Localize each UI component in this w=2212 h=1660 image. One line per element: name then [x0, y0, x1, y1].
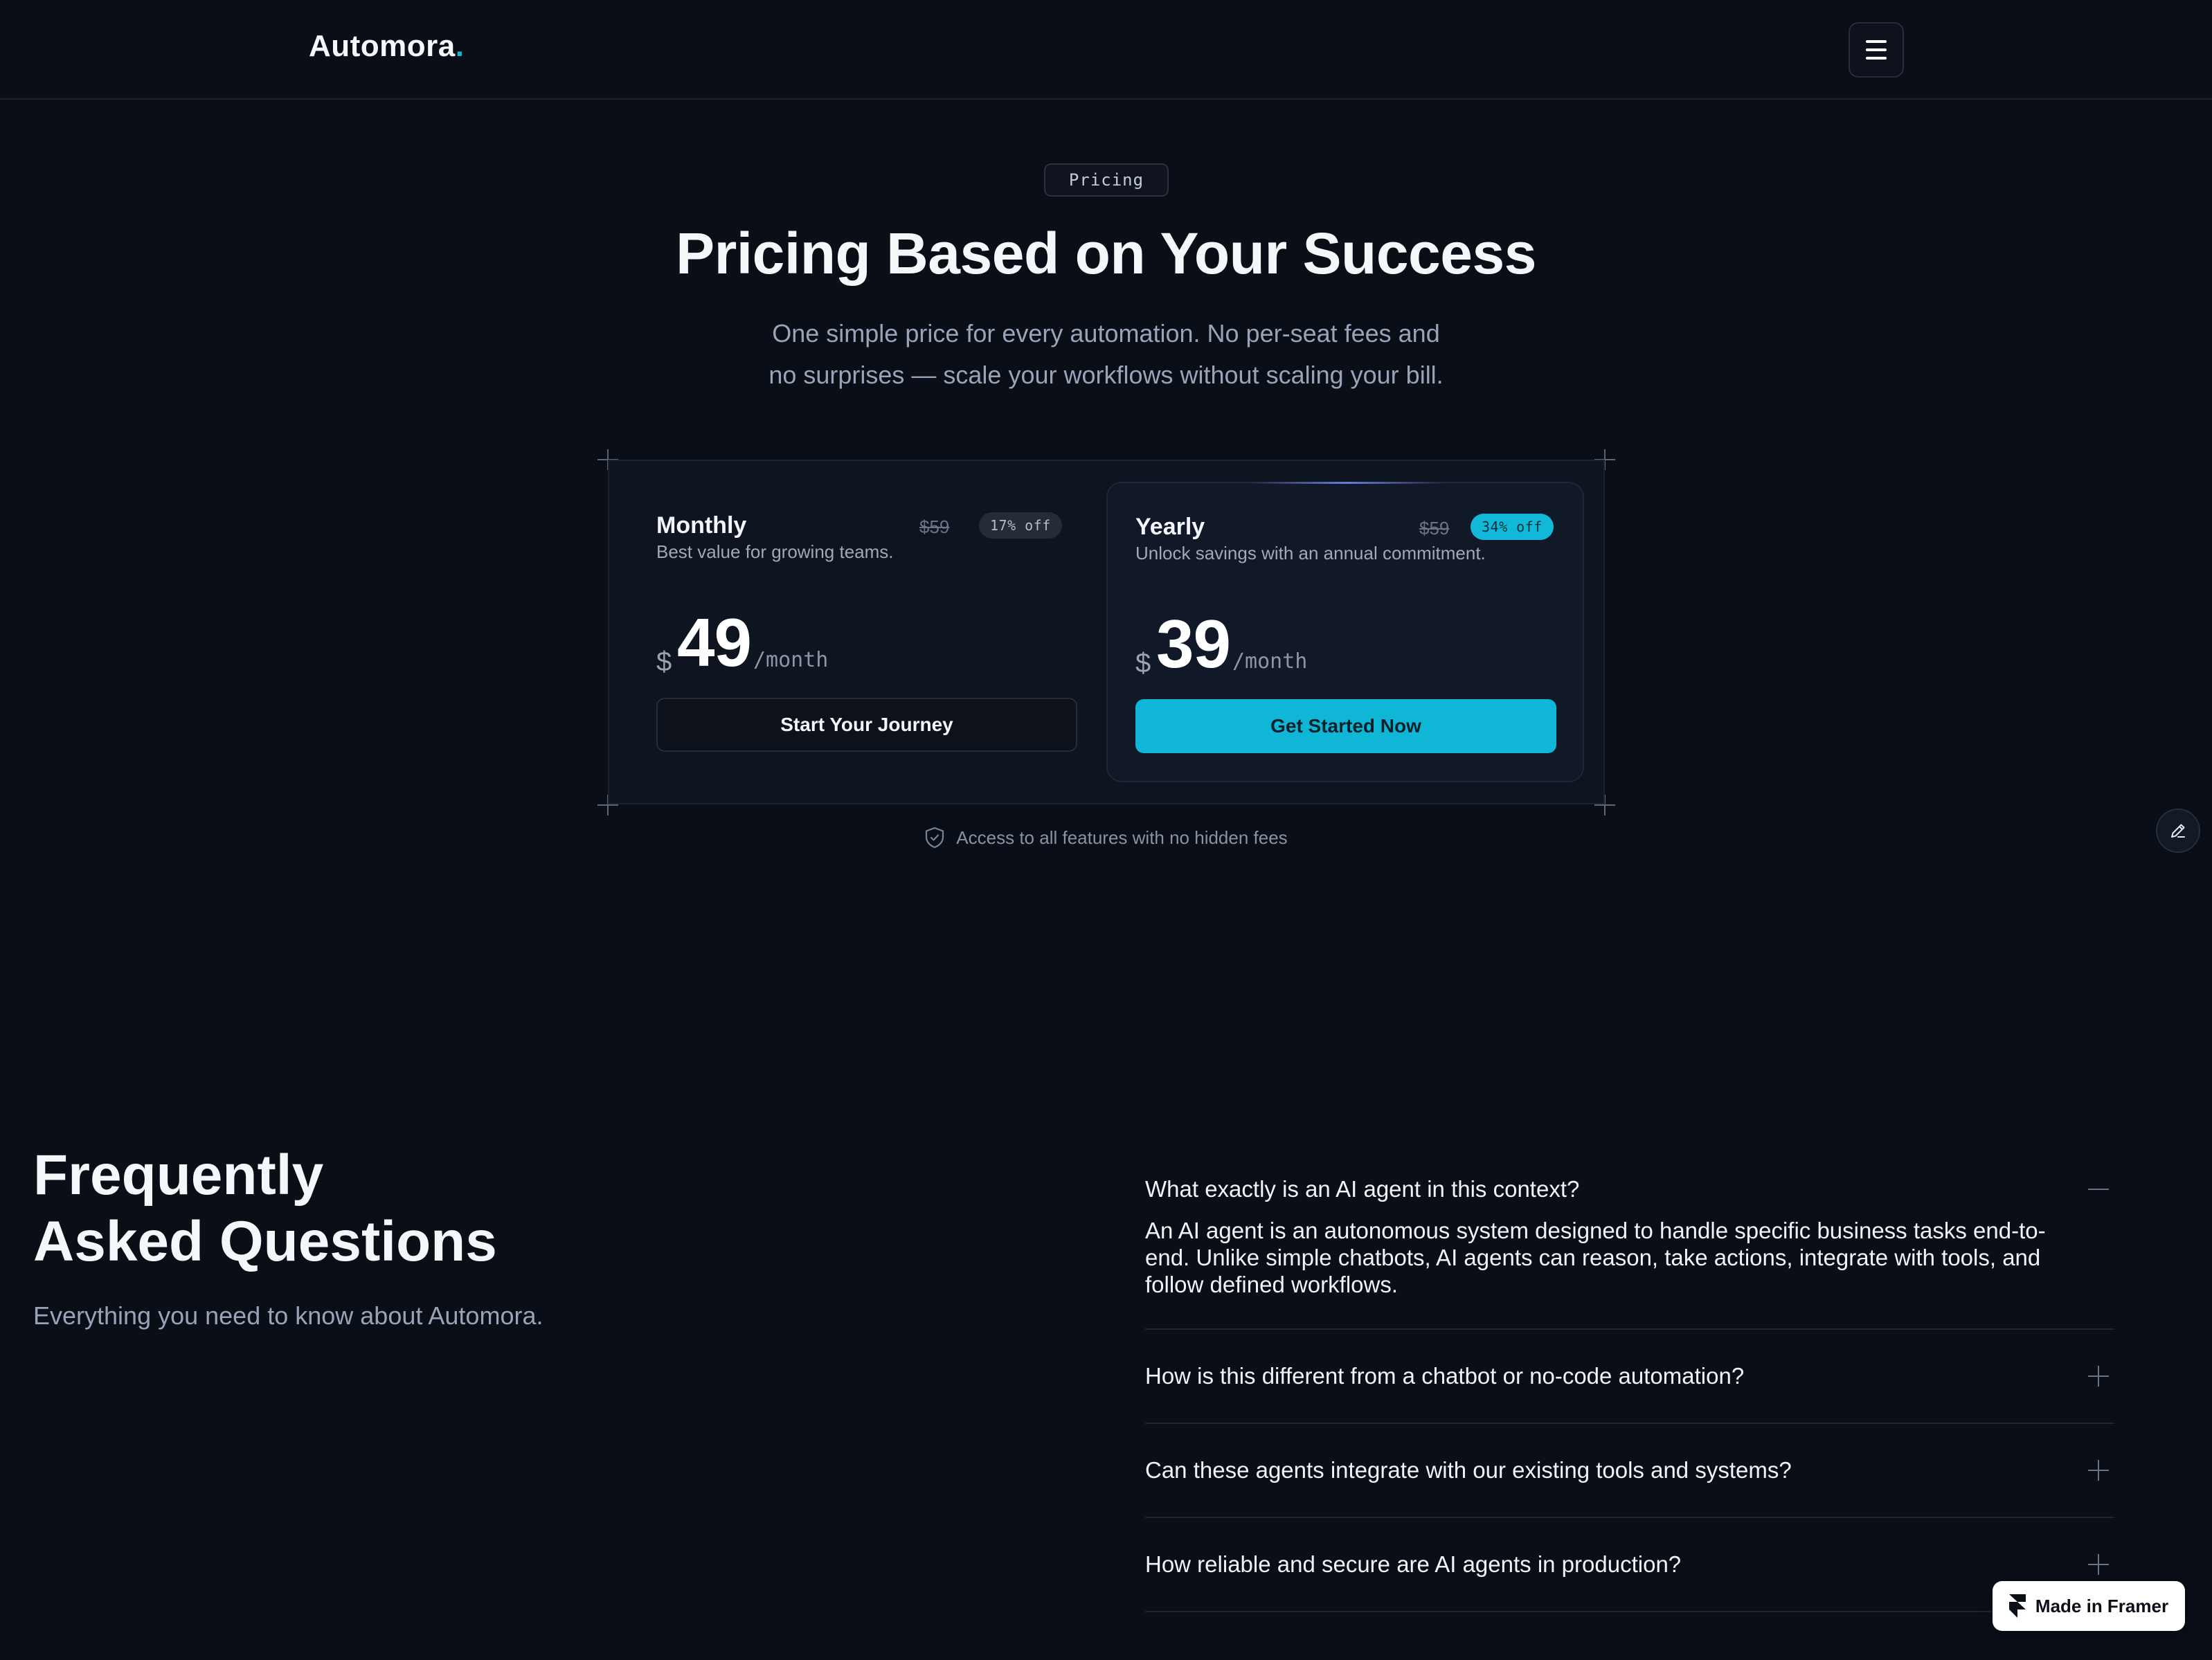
plus-icon: [2088, 1460, 2109, 1481]
faq-title-line: Frequently: [33, 1144, 324, 1207]
hamburger-menu-icon-bar: [1866, 48, 1887, 51]
logo[interactable]: Automora.: [309, 29, 465, 64]
price-period: /month: [753, 648, 829, 672]
faq-question-toggle[interactable]: Can these agents integrate with our exis…: [1145, 1424, 2114, 1517]
plan-card-monthly: Monthly Best value for growing teams. $5…: [629, 482, 1106, 782]
start-journey-button[interactable]: Start Your Journey: [656, 698, 1077, 752]
card-top-glow: [1246, 482, 1447, 484]
price-currency: $: [656, 647, 672, 677]
faq-question: How is this different from a chatbot or …: [1145, 1363, 1745, 1389]
get-started-button[interactable]: Get Started Now: [1135, 699, 1556, 753]
edit-button[interactable]: [2156, 809, 2200, 853]
logo-dot: .: [455, 29, 465, 63]
faq-answer: An AI agent is an autonomous system desi…: [1145, 1218, 2046, 1297]
top-navigation-bar: Automora.: [0, 0, 2212, 100]
pricing-subtext: One simple price for every automation. N…: [692, 313, 1520, 396]
plan-name: Yearly: [1135, 514, 1205, 540]
pricing-subtext-line: no surprises — scale your workflows with…: [768, 361, 1444, 389]
hamburger-menu-icon: [1866, 40, 1887, 43]
faq-item: Can these agents integrate with our exis…: [1145, 1424, 2114, 1518]
faq-item: How reliable and secure are AI agents in…: [1145, 1518, 2114, 1612]
pricing-subtext-line: One simple price for every automation. N…: [772, 319, 1440, 348]
plan-description: Best value for growing teams.: [656, 541, 894, 562]
faq-item: How is this different from a chatbot or …: [1145, 1330, 2114, 1424]
faq-question: What exactly is an AI agent in this cont…: [1145, 1176, 1580, 1202]
framer-logo-icon: [2008, 1594, 2026, 1618]
badge-label: Made in Framer: [2035, 1595, 2169, 1616]
hamburger-menu-icon-bar: [1866, 57, 1887, 60]
price-amount: 49: [677, 604, 752, 680]
made-in-framer-badge[interactable]: Made in Framer: [1993, 1581, 2185, 1631]
minus-icon: [2088, 1179, 2109, 1200]
faq-list: What exactly is an AI agent in this cont…: [1145, 1164, 2114, 1612]
plan-old-price: $59: [1419, 518, 1450, 539]
assurance-text: Access to all features with no hidden fe…: [956, 827, 1288, 848]
plus-icon: [2088, 1554, 2109, 1575]
faq-question: How reliable and secure are AI agents in…: [1145, 1551, 1682, 1577]
discount-badge: 34% off: [1471, 514, 1554, 540]
faq-title: Frequently Asked Questions: [33, 1142, 497, 1275]
price-amount: 39: [1156, 606, 1231, 682]
pricing-headline: Pricing Based on Your Success: [676, 221, 1536, 286]
pricing-assurance: Access to all features with no hidden fe…: [0, 827, 2212, 854]
shield-check-icon: [926, 827, 944, 849]
plan-old-price: $59: [919, 516, 950, 537]
faq-question-toggle[interactable]: What exactly is an AI agent in this cont…: [1145, 1164, 2114, 1214]
plan-name: Monthly: [656, 512, 747, 539]
price-currency: $: [1135, 648, 1151, 678]
pricing-plans-container: Monthly Best value for growing teams. $5…: [608, 460, 1605, 804]
menu-button[interactable]: [1849, 22, 1904, 78]
pricing-section-tag: Pricing: [1044, 163, 1169, 197]
pencil-icon: [2171, 824, 2185, 838]
faq-item: What exactly is an AI agent in this cont…: [1145, 1164, 2114, 1330]
faq-question-toggle[interactable]: How is this different from a chatbot or …: [1145, 1330, 2114, 1423]
logo-text: Automora: [309, 29, 456, 63]
faq-question: Can these agents integrate with our exis…: [1145, 1457, 1792, 1483]
plus-icon: [2088, 1366, 2109, 1387]
faq-subtitle: Everything you need to know about Automo…: [33, 1301, 543, 1330]
plan-card-yearly: Yearly Unlock savings with an annual com…: [1106, 482, 1584, 782]
price-period: /month: [1232, 649, 1308, 674]
plan-description: Unlock savings with an annual commitment…: [1135, 543, 1486, 563]
faq-question-toggle[interactable]: How reliable and secure are AI agents in…: [1145, 1518, 2114, 1611]
discount-badge: 17% off: [979, 512, 1062, 539]
faq-title-line: Asked Questions: [33, 1210, 497, 1273]
